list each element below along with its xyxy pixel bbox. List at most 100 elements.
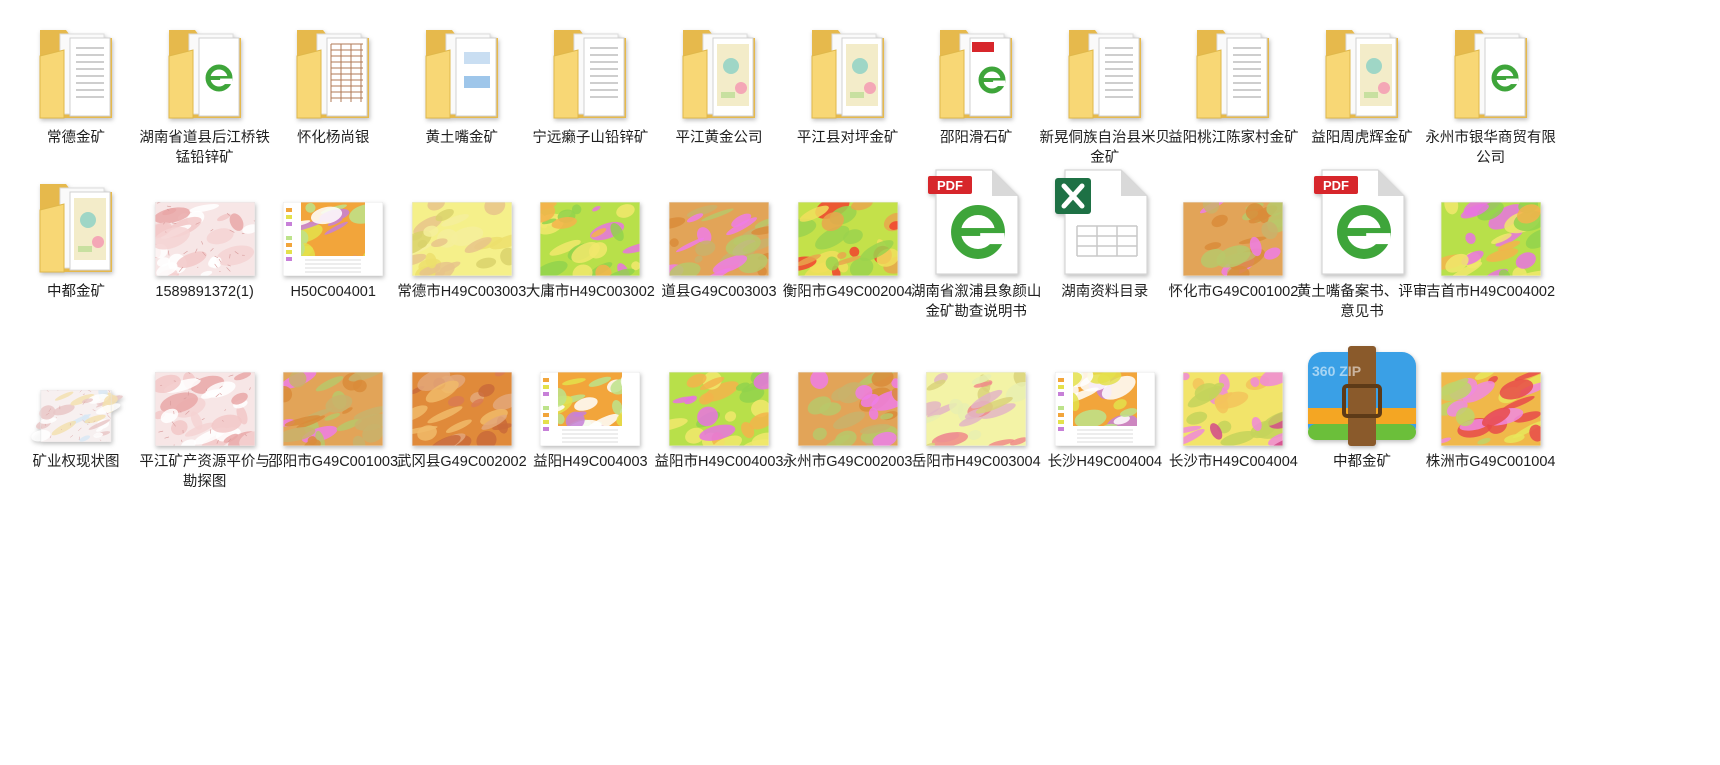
folder-icon bbox=[649, 12, 789, 122]
excel-file-item[interactable]: 湖南资料目录 bbox=[1035, 166, 1175, 302]
pdf-file-item[interactable]: PDF 湖南省溆浦县象颜山金矿勘查说明书 bbox=[906, 166, 1046, 322]
folder-icon bbox=[520, 12, 660, 122]
file-name-label: 衡阳市G49C002004 bbox=[782, 284, 913, 300]
image-file-item[interactable]: 邵阳市G49C001003 bbox=[263, 336, 403, 472]
file-name-label: 矿业权现状图 bbox=[32, 454, 120, 470]
zip-archive-icon: 360 ZIP bbox=[1292, 336, 1432, 446]
folder-item[interactable]: 平江县对坪金矿 bbox=[778, 12, 918, 148]
image-file-item[interactable]: 益阳市H49C004003 bbox=[649, 336, 789, 472]
image-thumbnail-icon bbox=[649, 336, 789, 446]
image-thumbnail-icon bbox=[649, 166, 789, 276]
image-file-item[interactable]: 怀化市G49C001002 bbox=[1163, 166, 1303, 302]
file-name-label: 株洲市G49C001004 bbox=[1425, 454, 1556, 470]
folder-item[interactable]: 平江黄金公司 bbox=[649, 12, 789, 148]
image-thumbnail-icon bbox=[392, 166, 532, 276]
image-file-item[interactable]: 长沙市H49C004004 bbox=[1163, 336, 1303, 472]
file-name-label: 岳阳市H49C003004 bbox=[911, 454, 1041, 470]
file-name-label: 宁远癞子山铅锌矿 bbox=[532, 130, 649, 146]
image-file-item[interactable]: 武冈县G49C002002 bbox=[392, 336, 532, 472]
image-thumbnail-icon bbox=[135, 336, 275, 446]
image-file-item[interactable]: 长沙H49C004004 bbox=[1035, 336, 1175, 472]
file-name-label: H50C004001 bbox=[290, 284, 376, 300]
file-name-label: 永州市银华商贸有限公司 bbox=[1425, 130, 1556, 166]
folder-icon bbox=[778, 12, 918, 122]
folder-item[interactable]: 永州市银华商贸有限公司 bbox=[1421, 12, 1561, 168]
folder-icon bbox=[1035, 12, 1175, 122]
image-thumbnail-icon bbox=[263, 336, 403, 446]
image-file-item[interactable]: 株洲市G49C001004 bbox=[1421, 336, 1561, 472]
image-thumbnail-icon bbox=[1163, 166, 1303, 276]
image-file-item[interactable]: 常德市H49C003003 bbox=[392, 166, 532, 302]
file-name-label: 邵阳市G49C001003 bbox=[268, 454, 399, 470]
image-thumbnail-icon bbox=[1421, 166, 1561, 276]
file-name-label: 湖南资料目录 bbox=[1061, 284, 1149, 300]
image-file-item[interactable]: 大庸市H49C003002 bbox=[520, 166, 660, 302]
image-file-item[interactable]: 衡阳市G49C002004 bbox=[778, 166, 918, 302]
folder-item[interactable]: 邵阳滑石矿 bbox=[906, 12, 1046, 148]
image-thumbnail-icon bbox=[906, 336, 1046, 446]
file-name-label: 吉首市H49C004002 bbox=[1426, 284, 1556, 300]
file-name-label: 大庸市H49C003002 bbox=[525, 284, 655, 300]
folder-icon bbox=[263, 12, 403, 122]
file-name-label: 平江矿产资源平价与勘探图 bbox=[139, 454, 270, 490]
file-name-label: 邵阳滑石矿 bbox=[939, 130, 1013, 146]
file-name-label: 湖南省溆浦县象颜山金矿勘查说明书 bbox=[910, 284, 1042, 320]
zip-file-item[interactable]: 360 ZIP 中都金矿 bbox=[1292, 336, 1432, 472]
excel-file-icon bbox=[1035, 166, 1175, 276]
folder-icon bbox=[906, 12, 1046, 122]
file-name-label: 湖南省道县后江桥铁锰铅锌矿 bbox=[139, 130, 270, 166]
file-grid: 常德金矿 湖南省道县后江桥铁锰铅锌矿 怀化杨尚银 黄土嘴金矿 宁远癞子山铅锌矿 平江黄金公… bbox=[0, 0, 1720, 765]
image-file-item[interactable]: 益阳H49C004003 bbox=[520, 336, 660, 472]
file-name-label: 平江县对坪金矿 bbox=[796, 130, 899, 146]
folder-item[interactable]: 常德金矿 bbox=[6, 12, 146, 148]
svg-text:360 ZIP: 360 ZIP bbox=[1312, 363, 1361, 379]
image-thumbnail-icon bbox=[1163, 336, 1303, 446]
pdf-file-icon: PDF bbox=[1292, 166, 1432, 276]
folder-icon bbox=[1292, 12, 1432, 122]
image-file-item[interactable]: 1589891372(1) bbox=[135, 166, 275, 302]
image-file-item[interactable]: H50C004001 bbox=[263, 166, 403, 302]
file-name-label: 武冈县G49C002002 bbox=[396, 454, 527, 470]
file-name-label: 益阳市H49C004003 bbox=[654, 454, 784, 470]
file-name-label: 怀化市G49C001002 bbox=[1168, 284, 1299, 300]
image-file-item[interactable]: 永州市G49C002003 bbox=[778, 336, 918, 472]
folder-item[interactable]: 黄土嘴金矿 bbox=[392, 12, 532, 148]
file-name-label: 平江黄金公司 bbox=[675, 130, 763, 146]
file-name-label: 中都金矿 bbox=[1333, 454, 1391, 470]
folder-item[interactable]: 益阳周虎辉金矿 bbox=[1292, 12, 1432, 148]
pdf-file-item[interactable]: PDF 黄土嘴备案书、评审意见书 bbox=[1292, 166, 1432, 322]
folder-icon bbox=[6, 166, 146, 276]
folder-item[interactable]: 中都金矿 bbox=[6, 166, 146, 302]
file-name-label: 黄土嘴金矿 bbox=[425, 130, 499, 146]
file-name-label: 益阳桃江陈家村金矿 bbox=[1168, 130, 1299, 146]
image-thumbnail-icon bbox=[520, 166, 660, 276]
folder-icon bbox=[392, 12, 532, 122]
file-name-label: 怀化杨尚银 bbox=[296, 130, 370, 146]
image-file-item[interactable]: 平江矿产资源平价与勘探图 bbox=[135, 336, 275, 492]
file-name-label: 益阳周虎辉金矿 bbox=[1311, 130, 1413, 146]
image-file-item[interactable]: 道县G49C003003 bbox=[649, 166, 789, 302]
image-thumbnail-icon bbox=[520, 336, 660, 446]
svg-text:PDF: PDF bbox=[1323, 178, 1349, 193]
image-thumbnail-icon bbox=[263, 166, 403, 276]
svg-text:PDF: PDF bbox=[937, 178, 963, 193]
file-name-label: 中都金矿 bbox=[47, 284, 105, 300]
folder-item[interactable]: 新晃侗族自治县米贝金矿 bbox=[1035, 12, 1175, 168]
image-thumbnail-icon bbox=[778, 166, 918, 276]
image-file-item[interactable]: 吉首市H49C004002 bbox=[1421, 166, 1561, 302]
image-thumbnail-icon bbox=[778, 336, 918, 446]
file-name-label: 黄土嘴备案书、评审意见书 bbox=[1296, 284, 1428, 320]
file-name-label: 长沙H49C004004 bbox=[1047, 454, 1163, 470]
folder-item[interactable]: 湖南省道县后江桥铁锰铅锌矿 bbox=[135, 12, 275, 168]
image-file-item[interactable]: 矿业权现状图 bbox=[6, 336, 146, 472]
folder-icon bbox=[135, 12, 275, 122]
folder-icon bbox=[1421, 12, 1561, 122]
file-name-label: 益阳H49C004003 bbox=[533, 454, 648, 470]
pdf-file-icon: PDF bbox=[906, 166, 1046, 276]
folder-icon bbox=[6, 12, 146, 122]
folder-item[interactable]: 怀化杨尚银 bbox=[263, 12, 403, 148]
folder-item[interactable]: 益阳桃江陈家村金矿 bbox=[1163, 12, 1303, 148]
image-file-item[interactable]: 岳阳市H49C003004 bbox=[906, 336, 1046, 472]
folder-item[interactable]: 宁远癞子山铅锌矿 bbox=[520, 12, 660, 148]
image-thumbnail-icon bbox=[1421, 336, 1561, 446]
